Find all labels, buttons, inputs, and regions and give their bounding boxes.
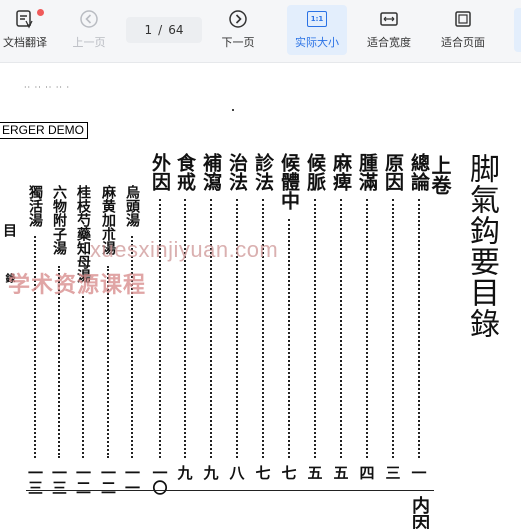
toc-partial-next: 内因 — [409, 496, 430, 529]
toc-entry-text: 獨活湯 — [27, 185, 43, 227]
actual-size-icon: 1:1 — [306, 8, 328, 30]
watermark-text: 学术资源课程 — [8, 273, 147, 298]
document-title: 脚氣鈎要目錄 — [464, 153, 499, 339]
actual-size-button[interactable]: 1:1 实际大小 — [287, 5, 347, 55]
toc-leader-dots — [417, 199, 420, 458]
toc-entry-text: 腫滿 — [356, 153, 378, 191]
toc-leader-dots — [365, 199, 368, 458]
notification-dot — [37, 9, 44, 16]
prev-page-label: 上一页 — [72, 36, 106, 49]
next-page-button[interactable]: 下一页 — [213, 5, 263, 55]
doc-translate-label: 文档翻译 — [3, 36, 47, 49]
total-pages: 64 — [168, 23, 184, 37]
toc-leader-dots — [391, 199, 394, 458]
volume-label: 上卷 — [428, 155, 452, 195]
toc-page-number: 五 — [331, 465, 350, 480]
toc-leader-dots — [82, 296, 84, 458]
toc-page-number: 四 — [357, 465, 376, 480]
toc-page-number: 八 — [227, 465, 246, 480]
pdf-toolbar: 文档翻译 上一页 1 / 64 下一页 1:1 实际大小 适合宽度 适合页面 — [0, 0, 521, 63]
prev-page-button[interactable]: 上一页 — [64, 5, 114, 55]
toc-page-number: 五 — [305, 465, 324, 480]
toc-entry-text: 總論 — [408, 153, 430, 191]
fit-page-button[interactable]: 适合页面 — [434, 5, 492, 55]
toc-page-number: 七 — [253, 465, 272, 480]
page-separator: / — [158, 23, 163, 37]
scan-noise: ·· ·· ·· ·· · — [24, 83, 71, 92]
toc-partial-left: 目 — [1, 223, 17, 237]
current-page: 1 — [144, 23, 153, 37]
fit-width-label: 适合宽度 — [367, 36, 411, 49]
chevron-right-icon — [227, 8, 249, 30]
toc-page-number: 七 — [279, 465, 298, 480]
toc-entry-text: 治法 — [226, 153, 248, 191]
next-page-label: 下一页 — [221, 36, 255, 49]
toc-page-number: 九 — [175, 465, 194, 480]
fit-width-icon — [378, 8, 400, 30]
fit-page-label: 适合页面 — [441, 36, 485, 49]
toc-entry-text: 補瀉 — [200, 153, 222, 191]
demo-banner: ERGER DEMO — [0, 122, 89, 139]
more-button-edge[interactable] — [514, 8, 521, 52]
page-number-input[interactable]: 1 / 64 — [126, 17, 202, 43]
toc-page-number: 三 — [383, 465, 402, 480]
fit-width-button[interactable]: 适合宽度 — [360, 5, 418, 55]
toc-page-number: 九 — [201, 465, 220, 480]
watermark-url: xuesxinjiyuan.com — [90, 237, 279, 262]
toc-entry-text: 麻痺 — [330, 153, 352, 191]
toc-entry-text: 候體中 — [278, 153, 300, 210]
toc-baseline-rule — [26, 490, 434, 491]
actual-size-label: 实际大小 — [295, 36, 339, 49]
toc-entry-text: 原因 — [382, 153, 404, 191]
toc-entry-text: 六物附子湯 — [51, 185, 67, 255]
toc-entry-text: 烏頭湯 — [124, 185, 140, 227]
translate-icon — [14, 8, 36, 30]
toc-entry-text: 診法 — [252, 153, 274, 191]
toc-entry-text: 外因 — [149, 153, 171, 191]
actual-size-icon-text: 1:1 — [307, 11, 327, 27]
toc-entry-text: 食戒 — [174, 153, 196, 191]
document-viewport[interactable]: ·· ·· ·· ·· · ERGER DEMO 脚氣鈎要目錄 上卷 總論一 原因… — [0, 63, 521, 529]
toc-leader-dots — [339, 199, 342, 458]
toc-leader-dots — [287, 219, 290, 458]
toc-entry-text: 候脈 — [304, 153, 326, 191]
fit-page-icon — [452, 8, 474, 30]
scan-speck — [232, 109, 234, 111]
chevron-left-icon — [78, 8, 100, 30]
toc-leader-dots — [313, 199, 316, 458]
toc-page-number: 一 — [409, 465, 428, 480]
